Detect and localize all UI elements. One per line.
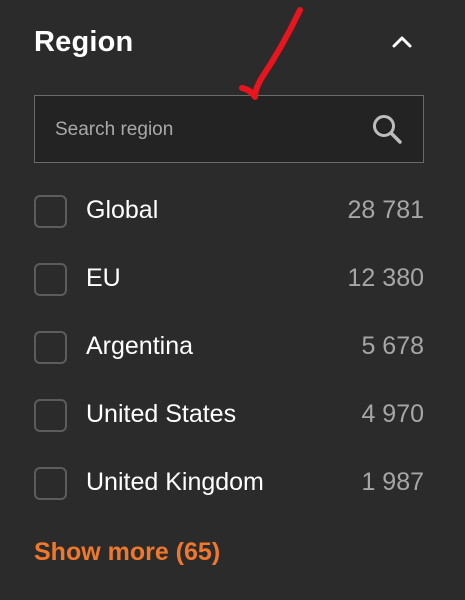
region-count: 1 987 — [361, 468, 424, 496]
region-label: United Kingdom — [86, 468, 264, 496]
region-option-united-kingdom[interactable]: United Kingdom 1 987 — [34, 450, 424, 518]
region-filter-panel: Region Global 28 781 EU 12 380 — [0, 0, 465, 600]
region-count: 28 781 — [347, 196, 424, 224]
region-label: United States — [86, 400, 237, 428]
region-label: Global — [86, 196, 159, 224]
region-filter-header[interactable]: Region — [34, 22, 424, 70]
region-filter-title: Region — [34, 26, 134, 58]
region-option-global[interactable]: Global 28 781 — [34, 178, 424, 246]
show-more-link[interactable]: Show more (65) — [34, 538, 220, 567]
region-count: 12 380 — [347, 264, 424, 292]
chevron-up-icon[interactable] — [390, 30, 414, 54]
region-checkbox[interactable] — [34, 467, 67, 500]
region-label: Argentina — [86, 332, 194, 360]
region-checkbox[interactable] — [34, 263, 67, 296]
region-option-eu[interactable]: EU 12 380 — [34, 246, 424, 314]
region-option-united-states[interactable]: United States 4 970 — [34, 382, 424, 450]
region-count: 5 678 — [361, 332, 424, 360]
region-list: Global 28 781 EU 12 380 Argentina 5 678 … — [34, 178, 424, 518]
search-region-input[interactable] — [53, 96, 357, 164]
region-label: EU — [86, 264, 121, 292]
search-icon[interactable] — [371, 113, 403, 145]
region-count: 4 970 — [361, 400, 424, 428]
search-region-box — [34, 95, 424, 164]
region-checkbox[interactable] — [34, 331, 67, 364]
region-option-argentina[interactable]: Argentina 5 678 — [34, 314, 424, 382]
region-checkbox[interactable] — [34, 399, 67, 432]
region-checkbox[interactable] — [34, 195, 67, 228]
